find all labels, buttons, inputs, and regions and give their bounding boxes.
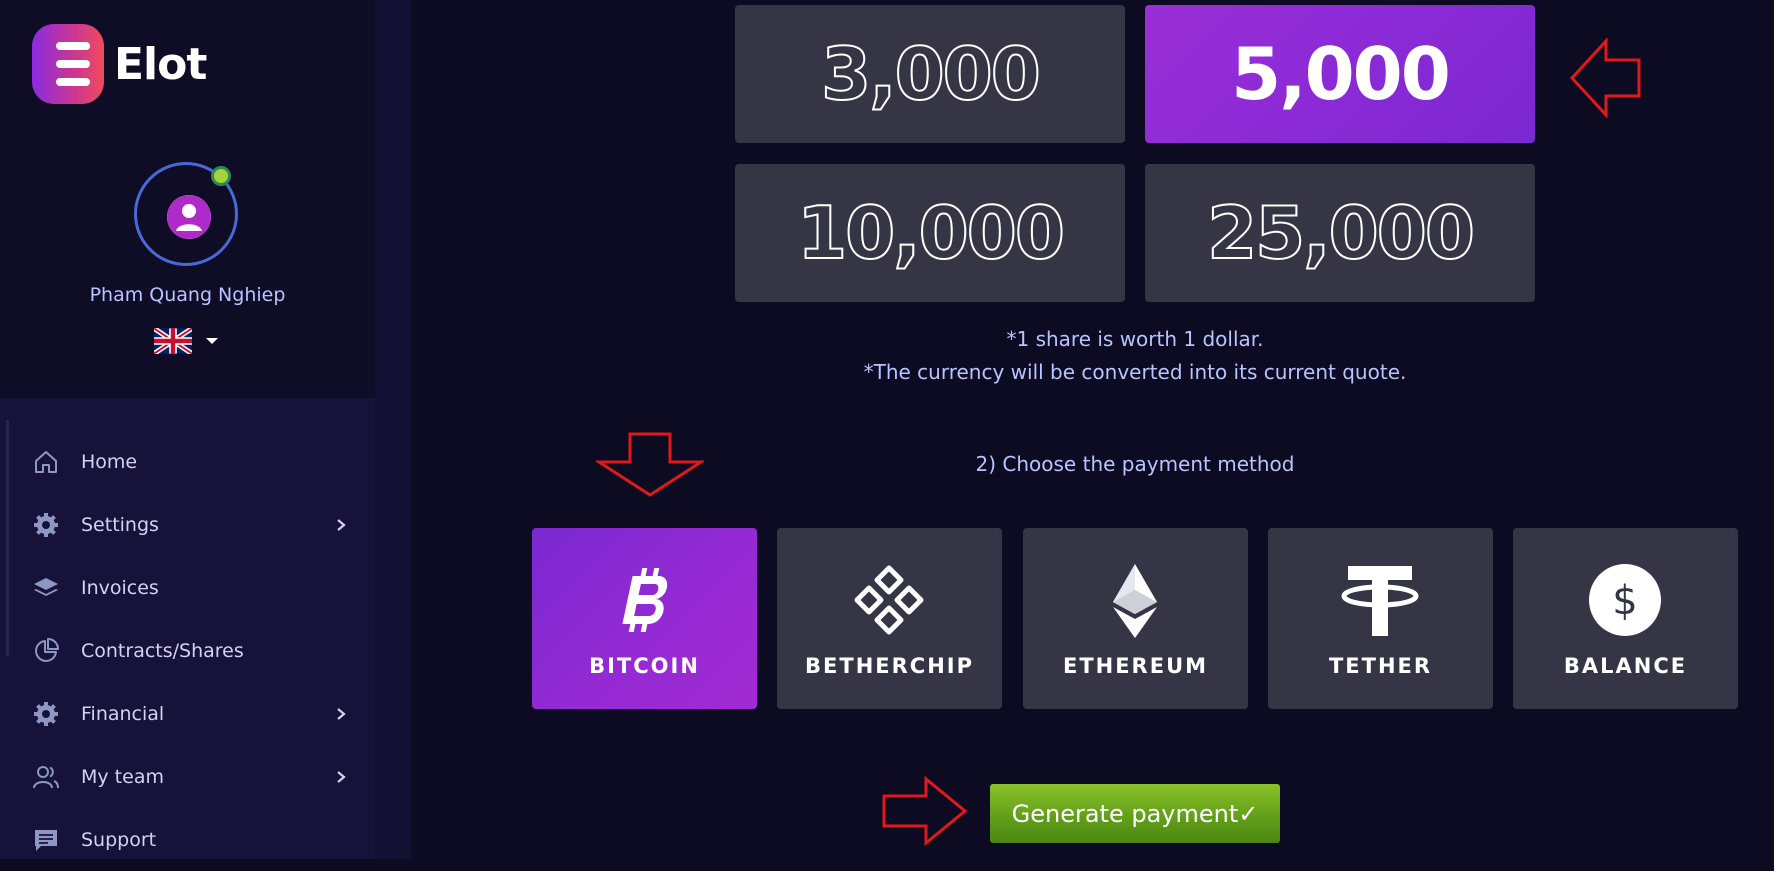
payment-method-tether[interactable]: TETHER (1268, 528, 1493, 709)
sidebar-item-label: Financial (81, 702, 165, 725)
chevron-right-icon (337, 518, 346, 531)
currency-note: *The currency will be converted into its… (863, 360, 1407, 384)
generate-payment-button[interactable]: Generate payment✓ (990, 784, 1280, 843)
pie-chart-icon (35, 637, 59, 662)
ethereum-icon (1113, 564, 1157, 638)
share-value-note: *1 share is worth 1 dollar. (1006, 327, 1264, 351)
sidebar-nav: Home Settings Invoices Contracts/Shares (0, 430, 375, 871)
payment-method-ethereum[interactable]: ETHEREUM (1023, 528, 1248, 709)
payment-method-label: BETHERCHIP (805, 654, 974, 678)
share-option-label: 10,000 (796, 190, 1066, 276)
payment-method-title: 2) Choose the payment method (975, 452, 1295, 476)
sidebar-item-label: My team (81, 765, 164, 788)
share-option-25000[interactable]: 25,000 (1145, 164, 1535, 302)
chat-icon (35, 829, 57, 851)
sidebar-item-label: Home (81, 450, 138, 473)
share-option-label: 25,000 (1206, 190, 1476, 276)
brand-logo[interactable]: Elot (32, 24, 207, 104)
gear-icon (34, 512, 58, 537)
arrow-left-annotation-icon (1570, 38, 1641, 118)
sidebar-item-support[interactable]: Support (0, 808, 375, 871)
share-option-10000[interactable]: 10,000 (735, 164, 1125, 302)
sidebar-item-label: Settings (81, 513, 159, 536)
payment-method-label: BITCOIN (589, 654, 700, 678)
bitcoin-icon (622, 568, 668, 632)
tether-icon (1341, 566, 1419, 636)
user-avatar-icon (167, 195, 211, 239)
share-option-3000[interactable]: 3,000 (735, 5, 1125, 143)
gear-icon (34, 701, 58, 726)
betherchip-icon (854, 565, 924, 635)
share-option-5000[interactable]: 5,000 (1145, 5, 1535, 143)
elot-logo-icon (32, 24, 104, 104)
sidebar-item-label: Invoices (81, 576, 159, 599)
sidebar-gutter (375, 0, 411, 859)
brand-name: Elot (114, 38, 207, 90)
share-option-label: 3,000 (820, 31, 1042, 117)
payment-method-label: ETHEREUM (1062, 654, 1209, 678)
layers-icon (34, 577, 58, 596)
sidebar-item-settings[interactable]: Settings (0, 493, 375, 556)
sidebar-item-label: Support (81, 828, 157, 851)
dollar-icon: $ (1589, 564, 1661, 636)
home-icon (35, 450, 57, 473)
payment-method-bitcoin[interactable]: BITCOIN (532, 528, 757, 709)
chevron-right-icon (337, 707, 346, 720)
chevron-right-icon (337, 770, 346, 783)
sidebar-item-invoices[interactable]: Invoices (0, 556, 375, 619)
user-name: Pham Quang Nghiep (89, 284, 286, 306)
payment-method-label: BALANCE (1563, 654, 1688, 678)
arrow-right-annotation-icon (882, 776, 968, 846)
payment-method-label: TETHER (1328, 654, 1433, 678)
payment-method-betherchip[interactable]: BETHERCHIP (777, 528, 1002, 709)
users-icon (33, 765, 59, 788)
share-option-label: 5,000 (1231, 32, 1451, 116)
payment-method-balance[interactable]: $ BALANCE (1513, 528, 1738, 709)
sidebar-item-financial[interactable]: Financial (0, 682, 375, 745)
sidebar-item-contracts[interactable]: Contracts/Shares (0, 619, 375, 682)
online-status-dot (211, 166, 231, 186)
sidebar-item-label: Contracts/Shares (81, 639, 244, 662)
svg-text:$: $ (1612, 578, 1637, 624)
sidebar-item-home[interactable]: Home (0, 430, 375, 493)
sidebar-item-my-team[interactable]: My team (0, 745, 375, 808)
arrow-down-annotation-icon (596, 432, 704, 497)
